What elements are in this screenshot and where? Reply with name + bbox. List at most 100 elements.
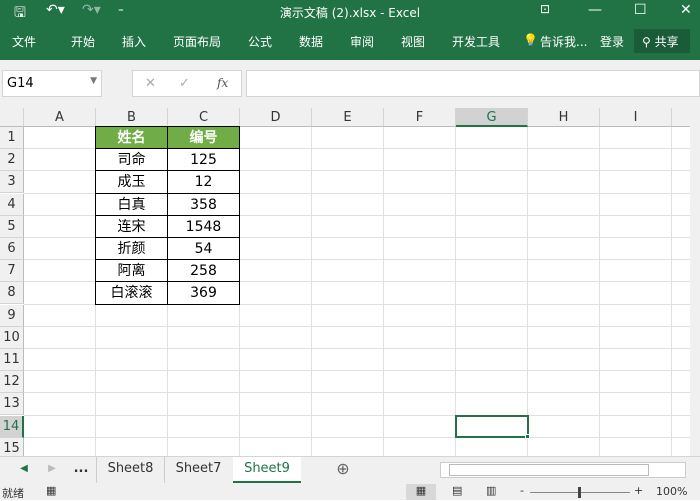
column-header-b[interactable]: B — [96, 108, 168, 127]
row-header-5[interactable]: 5 — [0, 215, 24, 238]
ribbon-tabs: 文件 开始 插入 页面布局 公式 数据 审阅 视图 开发工具 💡 告诉我... … — [0, 24, 700, 60]
tab-insert[interactable]: 插入 — [122, 33, 146, 50]
row-header-4[interactable]: 4 — [0, 193, 24, 216]
row-header-6[interactable]: 6 — [0, 238, 24, 260]
column-header-a[interactable]: A — [24, 108, 96, 127]
row-header-15[interactable]: 15 — [0, 437, 24, 456]
column-header-i[interactable]: I — [600, 108, 672, 127]
sign-in-link[interactable]: 登录 — [600, 33, 624, 50]
table-cell[interactable]: 白滚滚 — [95, 281, 168, 305]
column-header-e[interactable]: E — [312, 108, 384, 127]
worksheet-grid[interactable]: ABCDEFGHI12345678910111213141516姓名编号司命12… — [0, 108, 690, 456]
sheet-tab-sheet8[interactable]: Sheet8 — [96, 457, 164, 483]
enter-icon[interactable]: ✓ — [179, 76, 190, 91]
selected-cell-g14[interactable] — [455, 414, 529, 438]
row-header-11[interactable]: 11 — [0, 349, 24, 371]
row-header-14[interactable]: 14 — [0, 415, 24, 438]
grid-line — [383, 127, 384, 456]
row-header-13[interactable]: 13 — [0, 393, 24, 416]
table-cell[interactable]: 成玉 — [95, 170, 168, 194]
add-sheet-icon[interactable]: ⊕ — [333, 457, 353, 483]
row-header-2[interactable]: 2 — [0, 149, 24, 172]
formula-input[interactable] — [246, 70, 700, 97]
column-header-c[interactable]: C — [168, 108, 240, 127]
grid-line — [24, 325, 690, 327]
zoom-out-button[interactable]: - — [520, 484, 524, 497]
table-cell[interactable]: 369 — [167, 281, 240, 305]
minimize-button[interactable]: — — [588, 2, 602, 18]
vertical-scrollbar[interactable] — [690, 108, 700, 456]
zoom-in-button[interactable]: + — [634, 484, 643, 497]
tab-formulas[interactable]: 公式 — [248, 33, 272, 50]
table-cell[interactable]: 1548 — [167, 214, 240, 238]
scroll-right-icon[interactable]: ▶ — [46, 457, 58, 483]
row-header-12[interactable]: 12 — [0, 371, 24, 394]
tab-review[interactable]: 审阅 — [350, 33, 374, 50]
insert-function-icon[interactable]: fx — [217, 76, 228, 90]
column-header-g[interactable]: G — [456, 108, 528, 127]
column-header-partial — [672, 108, 690, 127]
tab-view[interactable]: 视图 — [401, 33, 425, 50]
macro-record-icon[interactable]: ▦ — [46, 484, 56, 497]
share-label: 共享 — [654, 35, 679, 49]
row-header-9[interactable]: 9 — [0, 304, 24, 327]
select-all-corner[interactable] — [0, 108, 24, 127]
status-bar: 就绪 ▦ ▦ ▤ ▥ - + 100% — [0, 484, 700, 500]
person-add-icon: ⚲ — [642, 35, 651, 49]
table-cell[interactable]: 125 — [167, 148, 240, 172]
maximize-button[interactable]: ☐ — [634, 2, 647, 18]
name-box-value: G14 — [7, 76, 34, 91]
row-header-8[interactable]: 8 — [0, 282, 24, 305]
cancel-icon[interactable]: ✕ — [145, 76, 156, 91]
grid-line — [24, 348, 690, 349]
scroll-thumb[interactable] — [449, 464, 649, 476]
close-button[interactable]: ✕ — [680, 2, 692, 18]
grid-line — [671, 127, 672, 456]
tab-file[interactable]: 文件 — [12, 33, 36, 50]
column-header-d[interactable]: D — [240, 108, 312, 127]
table-cell[interactable]: 白真 — [95, 192, 168, 216]
fill-handle[interactable] — [525, 433, 530, 439]
tell-me-search[interactable]: 告诉我... — [540, 33, 587, 50]
grid-line — [311, 127, 312, 456]
table-cell[interactable]: 折颜 — [95, 237, 168, 261]
horizontal-scrollbar[interactable] — [440, 462, 686, 478]
table-cell[interactable]: 358 — [167, 192, 240, 216]
row-header-3[interactable]: 3 — [0, 171, 24, 194]
zoom-level[interactable]: 100% — [656, 485, 687, 498]
more-sheets-button[interactable]: ... — [72, 457, 90, 483]
normal-view-icon[interactable]: ▦ — [406, 484, 436, 500]
chevron-down-icon[interactable]: ▼ — [90, 76, 97, 86]
sheet-tab-sheet9[interactable]: Sheet9 — [233, 457, 301, 483]
table-header-cell[interactable]: 编号 — [167, 126, 240, 150]
grid-line — [599, 127, 600, 456]
row-header-7[interactable]: 7 — [0, 260, 24, 283]
table-cell[interactable]: 阿离 — [95, 259, 168, 283]
tab-home[interactable]: 开始 — [71, 33, 95, 50]
sheet-tabs-bar: ◀ ▶ ... Sheet8 Sheet7 Sheet9 ⊕ — [0, 456, 700, 484]
row-header-1[interactable]: 1 — [0, 127, 24, 149]
row-header-10[interactable]: 10 — [0, 326, 24, 349]
table-cell[interactable]: 54 — [167, 237, 240, 261]
formula-buttons: ✕ ✓ fx — [132, 70, 242, 97]
page-layout-view-icon[interactable]: ▤ — [452, 484, 462, 497]
title-bar: 🖫 ↶▾ ↷▾ ₌ 演示文稿 (2).xlsx - Excel ⊡ — ☐ ✕ — [0, 0, 700, 24]
zoom-slider-thumb[interactable] — [578, 487, 581, 498]
column-header-f[interactable]: F — [384, 108, 456, 127]
share-button[interactable]: ⚲ 共享 — [634, 29, 690, 53]
tab-developer[interactable]: 开发工具 — [452, 33, 500, 50]
tab-page-layout[interactable]: 页面布局 — [173, 33, 221, 50]
scroll-left-icon[interactable]: ◀ — [18, 457, 30, 483]
grid-line — [455, 127, 456, 456]
column-header-h[interactable]: H — [528, 108, 600, 127]
sheet-tab-sheet7[interactable]: Sheet7 — [164, 457, 232, 483]
name-box[interactable]: G14 ▼ — [2, 70, 102, 97]
table-header-cell[interactable]: 姓名 — [95, 126, 168, 150]
table-cell[interactable]: 12 — [167, 170, 240, 194]
table-cell[interactable]: 司命 — [95, 148, 168, 172]
tab-data[interactable]: 数据 — [299, 33, 323, 50]
page-break-view-icon[interactable]: ▥ — [486, 484, 496, 497]
table-cell[interactable]: 258 — [167, 259, 240, 283]
ribbon-display-icon[interactable]: ⊡ — [540, 2, 550, 16]
table-cell[interactable]: 连宋 — [95, 214, 168, 238]
